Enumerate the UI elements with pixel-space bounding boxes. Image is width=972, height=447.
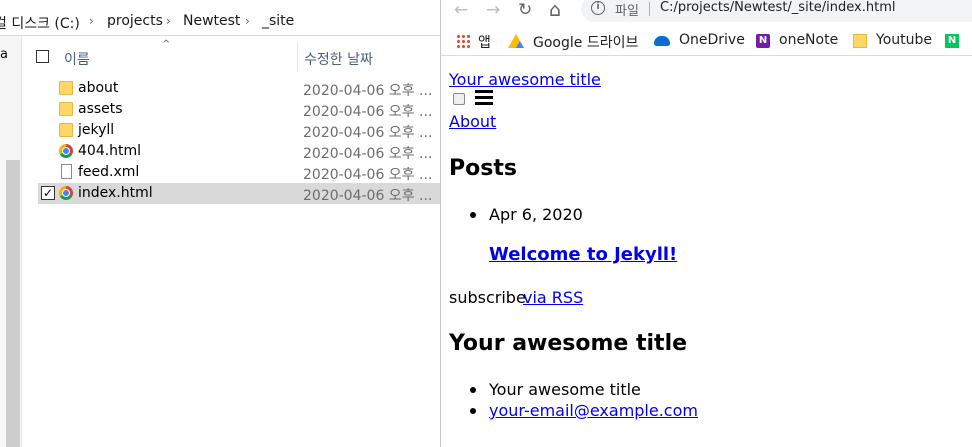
list-bullet — [470, 212, 476, 218]
file-date: 2020-04-06 오후 ... — [303, 104, 433, 120]
bookmark-apps[interactable]: 앱 — [478, 32, 491, 52]
file-name[interactable]: about — [78, 80, 118, 96]
subscribe-text: subscribe — [449, 288, 526, 307]
reload-icon[interactable]: ↻ — [518, 0, 532, 20]
list-bullet — [470, 387, 476, 393]
file-date: 2020-04-06 오후 ... — [303, 83, 433, 99]
breadcrumb-drive[interactable]: 컬 디스크 (C:) — [0, 13, 80, 33]
bookmark-onenote[interactable]: oneNote — [779, 32, 838, 48]
file-explorer-window: 컬 디스크 (C:) › projects › Newtest › _site … — [0, 0, 440, 447]
file-date: 2020-04-06 오후 ... — [303, 125, 433, 141]
onenote-icon[interactable]: N — [756, 34, 770, 48]
file-name[interactable]: assets — [78, 101, 123, 117]
file-name[interactable]: index.html — [78, 185, 153, 201]
back-arrow-icon[interactable]: ← — [454, 0, 468, 20]
nav-trigger-checkbox[interactable] — [453, 93, 465, 105]
select-all-checkbox[interactable] — [36, 50, 49, 63]
file-icon — [61, 164, 72, 179]
bookmark-google-drive[interactable]: Google 드라이브 — [533, 32, 638, 52]
email-link[interactable]: your-email@example.com — [489, 401, 698, 420]
home-icon[interactable]: ⌂ — [549, 0, 561, 20]
posts-heading: Posts — [449, 156, 517, 181]
file-date: 2020-04-06 오후 ... — [303, 188, 433, 204]
sort-ascending-icon: ^ — [162, 39, 171, 50]
omnibox[interactable]: i 파일 C:/projects/Newtest/_site/index.htm… — [581, 0, 972, 22]
navigation-pane-scrollbar[interactable] — [6, 160, 20, 447]
folder-icon — [59, 81, 73, 95]
google-drive-icon[interactable] — [508, 34, 524, 48]
info-icon[interactable]: i — [591, 1, 605, 15]
about-link[interactable]: About — [449, 112, 496, 131]
list-bullet — [470, 408, 476, 414]
menu-icon[interactable] — [475, 90, 493, 106]
bookmark-youtube[interactable]: Youtube — [876, 32, 932, 48]
file-date: 2020-04-06 오후 ... — [303, 146, 433, 162]
column-header-row: ^ 이름 수정한 날짜 — [22, 39, 440, 72]
breadcrumb-separator-icon[interactable]: › — [166, 14, 171, 28]
browser-toolbar: ← → ↻ ⌂ i 파일 C:/projects/Newtest/_site/i… — [441, 0, 972, 24]
bookmarks-bar: 앱 Google 드라이브 OneDrive N oneNote Youtube… — [441, 28, 972, 56]
file-date: 2020-04-06 오후 ... — [303, 167, 433, 183]
column-header-date[interactable]: 수정한 날짜 — [304, 49, 373, 69]
bookmark-onedrive[interactable]: OneDrive — [679, 32, 745, 48]
file-row[interactable]: jekyll 2020-04-06 오후 ... — [38, 120, 440, 141]
naver-icon[interactable]: N — [945, 34, 959, 48]
site-title-link[interactable]: Your awesome title — [449, 70, 601, 89]
file-row[interactable]: ✓ index.html 2020-04-06 오후 ... — [38, 183, 440, 204]
url-text[interactable]: C:/projects/Newtest/_site/index.html — [660, 0, 895, 15]
column-header-name[interactable]: 이름 — [64, 49, 90, 69]
file-name[interactable]: 404.html — [78, 143, 141, 159]
folder-icon — [59, 102, 73, 116]
browser-window: ← → ↻ ⌂ i 파일 C:/projects/Newtest/_site/i… — [440, 0, 972, 447]
folder-icon — [59, 123, 73, 137]
file-name[interactable]: feed.xml — [78, 164, 139, 180]
breadcrumb-newtest[interactable]: Newtest — [183, 13, 240, 29]
post-title-link[interactable]: Welcome to Jekyll! — [489, 244, 677, 265]
file-row[interactable]: 404.html 2020-04-06 오후 ... — [38, 141, 440, 162]
chrome-html-icon — [59, 186, 73, 200]
row-checkbox[interactable]: ✓ — [41, 186, 55, 200]
scheme-label[interactable]: 파일 — [615, 0, 639, 19]
breadcrumb-separator-icon[interactable]: › — [89, 14, 94, 28]
apps-icon[interactable] — [456, 34, 470, 48]
file-row[interactable]: assets 2020-04-06 오후 ... — [38, 99, 440, 120]
omnibox-divider — [649, 2, 650, 16]
onedrive-icon[interactable] — [654, 36, 670, 46]
breadcrumb-projects[interactable]: projects — [107, 13, 163, 29]
file-name[interactable]: jekyll — [78, 122, 114, 138]
breadcrumb-separator-icon[interactable]: › — [245, 14, 250, 28]
footer-heading: Your awesome title — [449, 331, 688, 356]
post-date: Apr 6, 2020 — [489, 205, 583, 224]
footer-site-name: Your awesome title — [489, 380, 641, 399]
navigation-pane-label[interactable]: a — [0, 47, 8, 62]
column-divider[interactable] — [297, 42, 298, 72]
address-breadcrumb[interactable]: 컬 디스크 (C:) › projects › Newtest › _site — [0, 6, 440, 36]
file-row[interactable]: feed.xml 2020-04-06 오후 ... — [38, 162, 440, 183]
chrome-html-icon — [59, 144, 73, 158]
breadcrumb-site[interactable]: _site — [262, 13, 294, 29]
forward-arrow-icon[interactable]: → — [486, 0, 500, 20]
file-row[interactable]: about 2020-04-06 오후 ... — [38, 78, 440, 99]
rss-link[interactable]: via RSS — [523, 288, 583, 307]
folder-icon[interactable] — [853, 34, 867, 48]
